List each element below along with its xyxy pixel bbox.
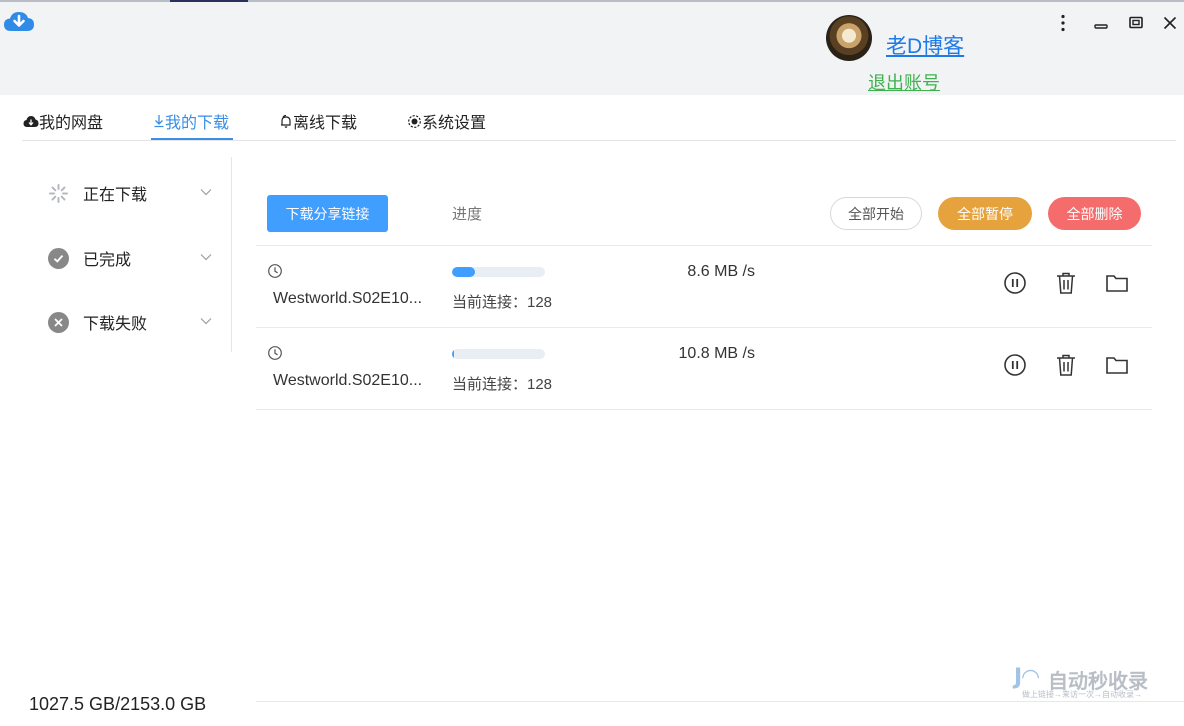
download-speed: 10.8 MB /s [678,345,755,362]
check-circle-icon [48,247,69,269]
close-icon[interactable] [1159,12,1181,34]
logout-link[interactable]: 退出账号 [868,69,940,95]
download-sidebar: 正在下载 已完成 下载失败 [22,157,232,352]
file-name: Westworld.S02E10... [273,290,423,307]
pause-icon[interactable] [1002,352,1028,378]
sidebar-item-label: 已完成 [83,252,132,269]
download-row: Westworld.S02E10... 当前连接：128 8.6 MB /s [256,246,1152,328]
watermark-subtitle: 做上链接→来访一次→自动收录→ [1022,690,1142,699]
divider [256,409,1152,410]
connection-count: 当前连接：128 [452,294,553,311]
tab-bar: 我的网盘 我的下载 离线下载 系统设置 [22,95,1176,141]
maximize-icon[interactable] [1125,12,1147,34]
minimize-icon[interactable] [1090,12,1112,34]
folder-icon[interactable] [1104,270,1130,296]
gear-icon [408,114,421,128]
bell-icon [281,114,291,128]
tab-offline-download[interactable]: 离线下载 [279,109,357,133]
chevron-down-icon [200,189,212,196]
watermark-logo: J◠ [1014,665,1040,690]
cloud-download-logo-icon [4,12,34,31]
pause-all-button[interactable]: 全部暂停 [938,197,1032,230]
start-all-button[interactable]: 全部开始 [830,197,922,230]
progress-column-header: 进度 [452,206,483,223]
chevron-down-icon [200,254,212,261]
username-link[interactable]: 老D博客 [886,30,964,60]
tab-label: 系统设置 [422,115,487,132]
avatar[interactable] [826,15,872,61]
active-tab-indicator [151,138,233,140]
more-menu-icon[interactable] [1052,12,1074,34]
tab-label: 我的下载 [165,115,230,132]
tab-label: 我的网盘 [39,115,104,132]
clock-icon [268,346,282,360]
file-name: Westworld.S02E10... [273,372,423,389]
sidebar-item-completed[interactable]: 已完成 [48,243,213,273]
tab-settings[interactable]: 系统设置 [407,109,486,133]
download-arrow-icon [154,115,164,128]
watermark: J◠ 自动秒收录 做上链接→来访一次→自动收录→ [1012,662,1172,704]
download-row: Westworld.S02E10... 当前连接：128 10.8 MB /s [256,328,1152,410]
storage-usage: 1027.5 GB/2153.0 GB [29,694,207,714]
connection-count: 当前连接：128 [452,376,553,393]
download-share-link-button[interactable]: 下载分享链接 [267,195,388,232]
sidebar-item-downloading[interactable]: 正在下载 [48,178,213,208]
tab-my-downloads[interactable]: 我的下载 [153,109,229,133]
clock-icon [268,264,282,278]
pause-icon[interactable] [1002,270,1028,296]
sidebar-item-label: 下载失败 [83,316,148,333]
delete-all-button[interactable]: 全部删除 [1048,197,1141,230]
chevron-down-icon [200,318,212,325]
progress-bar [452,267,545,277]
trash-icon[interactable] [1053,352,1079,378]
sidebar-item-label: 正在下载 [83,187,148,204]
progress-fill [452,267,476,277]
spinner-icon [49,183,68,203]
progress-bar [452,349,545,359]
title-bar: 老D博客 退出账号 [0,2,1184,95]
folder-icon[interactable] [1104,352,1130,378]
download-speed: 8.6 MB /s [687,263,755,280]
cloud-icon [23,115,39,127]
sidebar-item-failed[interactable]: 下载失败 [48,307,213,337]
tab-my-drive[interactable]: 我的网盘 [23,109,103,133]
trash-icon[interactable] [1053,270,1079,296]
progress-fill [452,349,454,359]
tab-label: 离线下载 [293,115,358,132]
x-circle-icon [48,311,69,333]
